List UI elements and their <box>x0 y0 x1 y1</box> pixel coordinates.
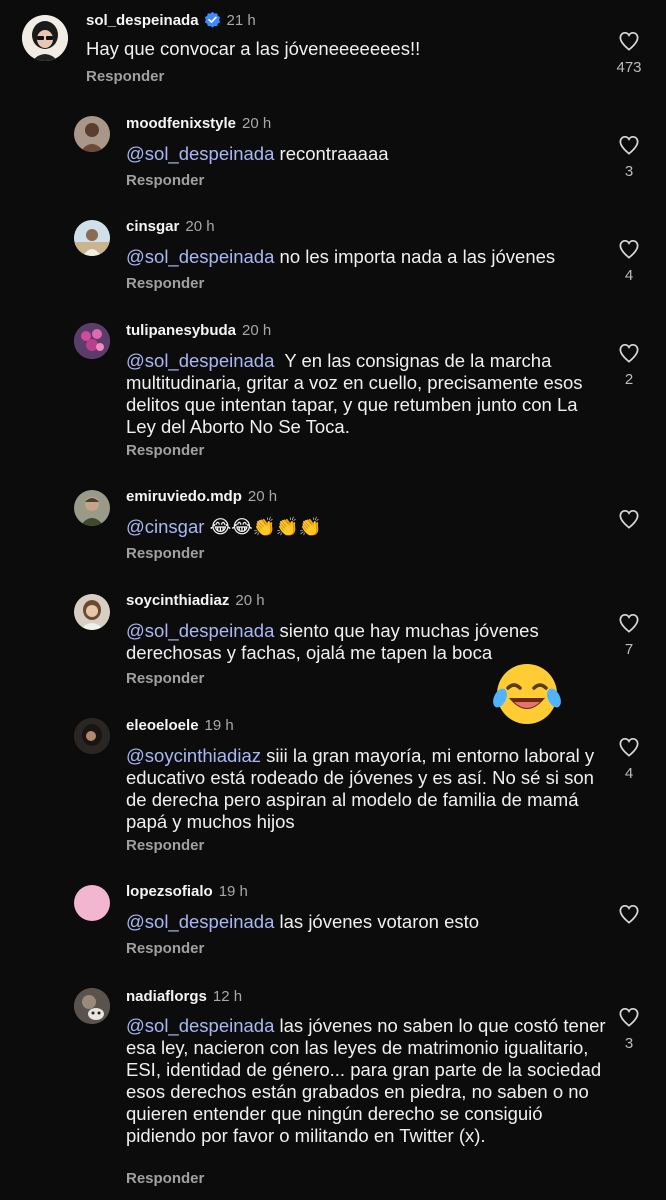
timestamp: 19 h <box>218 883 248 900</box>
mention-link[interactable]: @sol_despeinada <box>126 620 274 641</box>
heart-icon[interactable] <box>618 613 640 633</box>
reply-button[interactable]: Responder <box>126 442 204 459</box>
verified-badge-icon <box>204 11 220 28</box>
comment-text: @sol_despeinada no les importa nada a la… <box>126 246 556 267</box>
mention-link[interactable]: @sol_despeinada <box>126 143 274 164</box>
like-group <box>609 509 649 537</box>
username[interactable]: cinsgar 20 h <box>126 218 215 235</box>
comment-text: @soycinthiadiaz siii la gran mayoría, mi… <box>126 745 595 832</box>
heart-icon[interactable] <box>618 1007 640 1027</box>
like-group <box>609 904 649 932</box>
heart-icon[interactable] <box>618 509 640 529</box>
username[interactable]: nadiaflorgs 12 h <box>126 988 242 1005</box>
like-count: 3 <box>624 1035 634 1052</box>
reply-button[interactable]: Responder <box>126 1170 204 1187</box>
like-count: 7 <box>624 641 634 658</box>
comment-text: @sol_despeinada siento que hay muchas jó… <box>126 620 539 663</box>
comment-text: Hay que convocar a las jóveneeeeeees!! <box>86 38 421 59</box>
mention-link[interactable]: @cinsgar <box>126 516 204 537</box>
like-count: 2 <box>624 371 634 388</box>
avatar[interactable] <box>74 490 110 526</box>
timestamp: 20 h <box>185 218 215 235</box>
floating-emoji-reaction: 😂 <box>492 658 562 728</box>
heart-icon[interactable] <box>618 737 640 757</box>
avatar[interactable] <box>22 15 68 61</box>
avatar[interactable] <box>74 220 110 256</box>
like-group: 7 <box>609 613 649 658</box>
timestamp: 12 h <box>212 988 243 1005</box>
mention-link[interactable]: @sol_despeinada <box>126 1015 274 1036</box>
like-count: 473 <box>616 59 642 76</box>
like-group: 3 <box>609 135 649 180</box>
like-group: 4 <box>609 737 649 782</box>
timestamp: 20 h <box>242 115 272 132</box>
timestamp: 21 h <box>226 12 256 29</box>
username[interactable]: moodfenixstyle 20 h <box>126 115 271 132</box>
username[interactable]: soycinthiadiaz 20 h <box>126 592 265 609</box>
like-count: 4 <box>624 267 634 284</box>
like-group: 3 <box>609 1007 649 1052</box>
mention-link[interactable]: @sol_despeinada <box>126 246 274 267</box>
reply-button[interactable]: Responder <box>126 275 204 292</box>
reply-button[interactable]: Responder <box>126 940 204 957</box>
avatar[interactable] <box>74 885 110 921</box>
avatar[interactable] <box>74 988 110 1024</box>
heart-icon[interactable] <box>618 343 640 363</box>
comment-text: @sol_despeinada Y en las consignas de la… <box>126 350 583 437</box>
mention-link[interactable]: @sol_despeinada <box>126 350 274 371</box>
avatar[interactable] <box>74 116 110 152</box>
heart-icon[interactable] <box>618 31 640 51</box>
like-group: 2 <box>609 343 649 388</box>
reply-button[interactable]: Responder <box>126 172 204 189</box>
like-group: 473 <box>609 31 649 76</box>
reply-button[interactable]: Responder <box>126 837 204 854</box>
like-group: 4 <box>609 239 649 284</box>
comment-text: @sol_despeinada las jóvenes no saben lo … <box>126 1015 606 1146</box>
reply-button[interactable]: Responder <box>126 670 204 687</box>
like-count: 3 <box>624 163 634 180</box>
like-count: 4 <box>624 765 634 782</box>
username[interactable]: emiruviedo.mdp 20 h <box>126 488 277 505</box>
username[interactable]: sol_despeinada 21 h <box>86 11 256 29</box>
avatar[interactable] <box>74 718 110 754</box>
timestamp: 20 h <box>247 488 278 505</box>
username[interactable]: lopezsofialo 19 h <box>126 883 248 900</box>
mention-link[interactable]: @soycinthiadiaz <box>126 745 261 766</box>
reply-button[interactable]: Responder <box>86 68 164 85</box>
heart-icon[interactable] <box>618 904 640 924</box>
avatar[interactable] <box>74 594 110 630</box>
reply-button[interactable]: Responder <box>126 545 204 562</box>
avatar[interactable] <box>74 323 110 359</box>
comment-text: @sol_despeinada recontraaaaa <box>126 143 389 164</box>
timestamp: 19 h <box>204 717 234 734</box>
comment-text: @cinsgar 😂😂👏👏👏 <box>126 516 322 537</box>
timestamp: 20 h <box>235 592 265 609</box>
heart-icon[interactable] <box>618 239 640 259</box>
username[interactable]: tulipanesybuda 20 h <box>126 322 271 339</box>
mention-link[interactable]: @sol_despeinada <box>126 911 274 932</box>
heart-icon[interactable] <box>618 135 640 155</box>
username[interactable]: eleoeloele 19 h <box>126 717 234 734</box>
laughing-emoji-icon <box>493 664 561 724</box>
timestamp: 20 h <box>242 322 272 339</box>
comment-text: @sol_despeinada las jóvenes votaron esto <box>126 911 480 932</box>
